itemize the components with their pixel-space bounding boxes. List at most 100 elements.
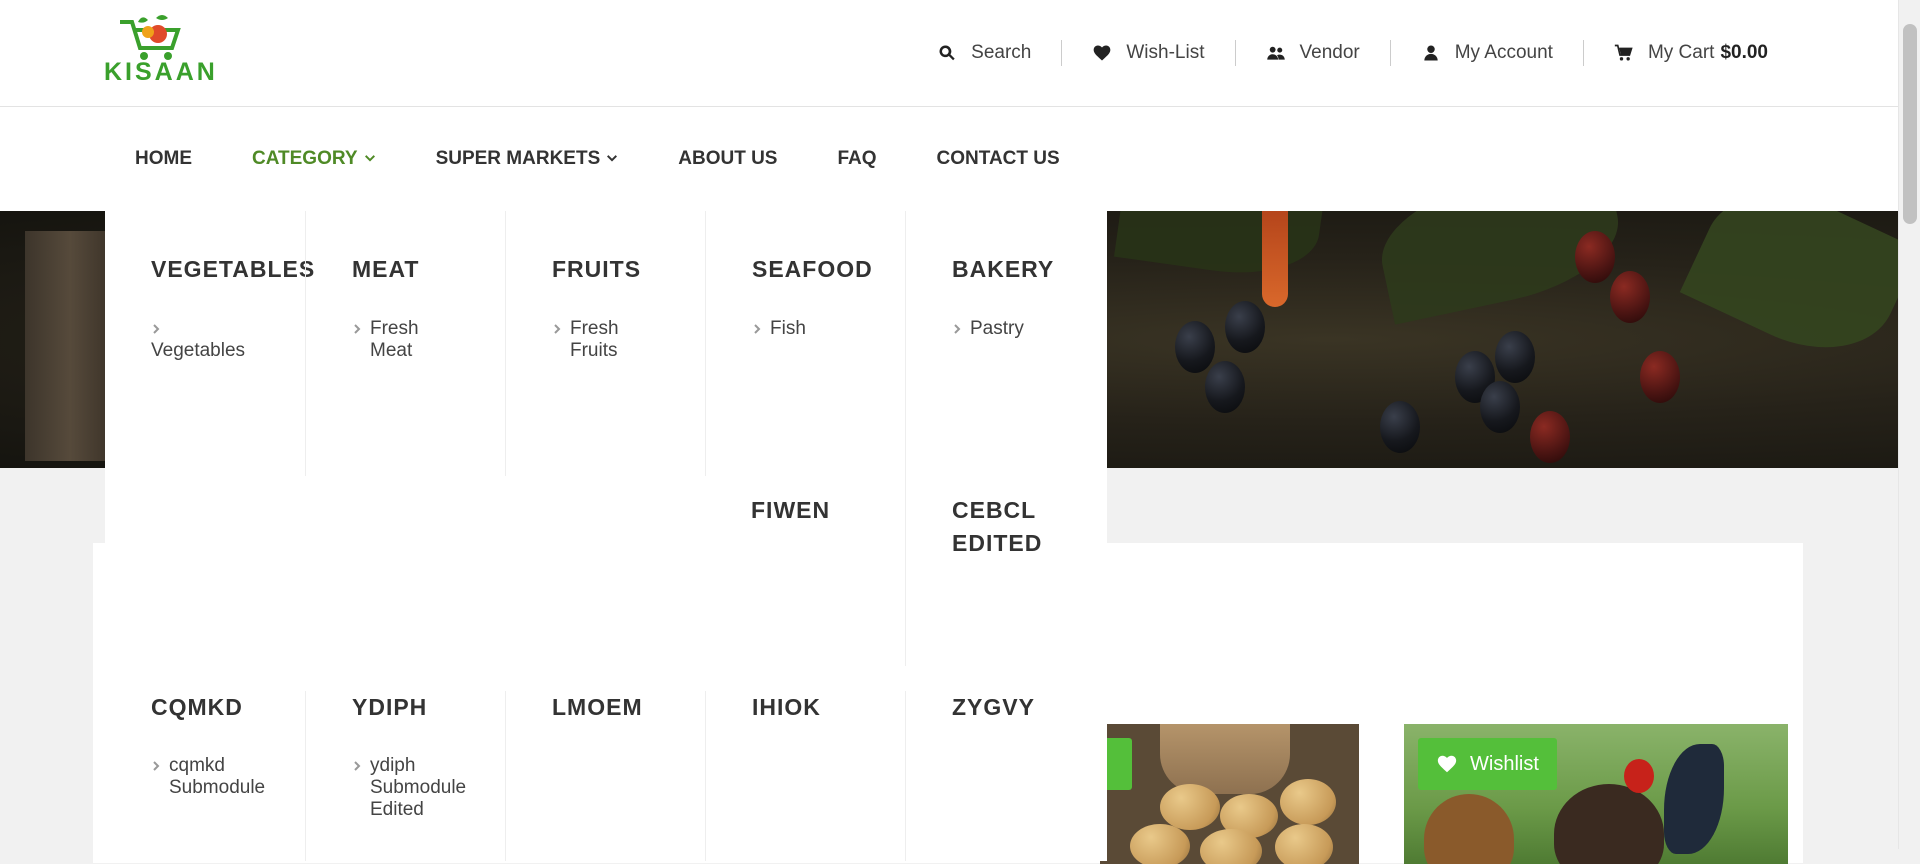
potato — [1160, 784, 1220, 830]
mega-col-title[interactable]: LMOEM — [552, 691, 643, 724]
user-icon — [1424, 45, 1438, 61]
mega-col-link[interactable]: ydiph Submodule Edited — [352, 755, 502, 821]
mega-col-title[interactable]: VEGETABLES — [151, 253, 315, 286]
mega-col-ydiph: YDIPH ydiph Submodule Edited — [305, 691, 505, 861]
mega-link-label: cqmkd Submodule — [169, 755, 266, 798]
mega-col-link[interactable]: Fresh Meat — [352, 318, 502, 362]
wishlist-link[interactable]: Wish-List — [1061, 40, 1234, 66]
mega-col-fruits: FRUITS Fresh Fruits — [505, 211, 705, 476]
vendor-link[interactable]: Vendor — [1234, 40, 1390, 66]
page-scrollbar[interactable] — [1898, 0, 1920, 849]
hero-berry — [1495, 331, 1535, 383]
mega-col-link[interactable]: Fresh Fruits — [552, 318, 702, 362]
hero-berry — [1640, 351, 1680, 403]
logo-text: KISAAN — [104, 58, 218, 86]
nav-faq[interactable]: FAQ — [837, 148, 876, 170]
account-label: My Account — [1454, 42, 1553, 63]
hero-pepper — [1262, 211, 1288, 307]
mega-col-title[interactable]: FIWEN — [751, 494, 830, 527]
cart-label: My Cart — [1647, 42, 1715, 63]
mega-col-link[interactable]: Fish — [752, 318, 902, 340]
chevron-right-icon — [752, 318, 762, 334]
nav-about-label: ABOUT US — [678, 148, 778, 169]
cart-link[interactable]: My Cart $0.00 — [1582, 40, 1768, 66]
potato-sack — [1160, 724, 1290, 794]
mega-col-meat: MEAT Fresh Meat — [305, 211, 505, 476]
account-link[interactable]: My Account — [1389, 40, 1583, 66]
utility-links: Search Wish-List Vendor My Account My Ca… — [937, 40, 1768, 66]
mega-col-seafood: SEAFOOD Fish — [705, 211, 905, 476]
nav-contact-us[interactable]: CONTACT US — [937, 148, 1060, 170]
category-mega-menu: VEGETABLES Vegetables MEAT Fresh Meat FR… — [105, 211, 1107, 861]
mega-link-label: Fresh Meat — [370, 318, 419, 361]
mega-col-title[interactable]: FRUITS — [552, 253, 641, 286]
heart-icon — [1437, 755, 1457, 773]
main-navbar: HOME CATEGORY SUPER MARKETS ABOUT US FAQ… — [0, 107, 1898, 211]
mega-link-label: ydiph Submodule Edited — [370, 755, 467, 820]
wishlist-button[interactable]: Wishlist — [1418, 738, 1557, 790]
mega-col-title[interactable]: YDIPH — [352, 691, 427, 724]
hero-berry — [1205, 361, 1245, 413]
hero-berry — [1480, 381, 1520, 433]
nav-super-markets-label: SUPER MARKETS — [435, 148, 601, 169]
search-link[interactable]: Search — [937, 40, 1061, 66]
mega-col-bakery: BAKERY Pastry — [905, 211, 1105, 476]
chevron-right-icon — [151, 755, 161, 771]
mega-col-link[interactable]: Vegetables — [151, 318, 301, 362]
nav-about-us[interactable]: ABOUT US — [678, 148, 777, 170]
mega-col-cebcl: CEBCL EDITED — [905, 476, 1105, 666]
rooster-comb — [1624, 759, 1654, 793]
hen — [1424, 794, 1514, 864]
mega-col-lmoem: LMOEM — [505, 691, 705, 861]
rooster — [1554, 784, 1664, 864]
mega-col-title[interactable]: CQMKD — [151, 691, 243, 724]
mega-col-title[interactable]: MEAT — [352, 253, 419, 286]
hero-leaf — [1114, 211, 1326, 285]
mega-col-title[interactable]: BAKERY — [952, 253, 1054, 286]
nav-home[interactable]: HOME — [135, 148, 192, 170]
chevron-right-icon — [352, 318, 362, 334]
potato — [1275, 824, 1333, 864]
mega-col-title[interactable]: IHIOK — [752, 691, 821, 724]
hero-berry — [1225, 301, 1265, 353]
mega-link-label: Fish — [770, 318, 806, 339]
hero-berry — [1610, 271, 1650, 323]
chevron-right-icon — [952, 318, 962, 334]
search-label: Search — [971, 42, 1032, 63]
wishlist-label: Wish-List — [1126, 42, 1205, 63]
product-image-potatoes[interactable] — [1100, 724, 1359, 864]
chevron-down-icon — [364, 155, 375, 162]
nav-category-label: CATEGORY — [252, 148, 358, 169]
vendor-label: Vendor — [1299, 42, 1360, 63]
chevron-right-icon — [352, 755, 362, 771]
potato — [1280, 779, 1336, 825]
cart-amount: $0.00 — [1720, 42, 1768, 63]
mega-col-title[interactable]: ZYGVY — [952, 691, 1035, 724]
mega-col-title[interactable]: SEAFOOD — [752, 253, 873, 286]
mega-col-zygvy: ZYGVY — [905, 691, 1105, 861]
scrollbar-thumb[interactable] — [1903, 24, 1917, 224]
nav-contact-label: CONTACT US — [936, 148, 1060, 169]
potato — [1130, 824, 1190, 864]
search-icon — [939, 45, 955, 61]
rooster-tail — [1664, 744, 1724, 854]
cart-icon — [1614, 44, 1633, 61]
site-header: KISAAN Search Wish-List Vendor My Accoun… — [0, 0, 1898, 107]
chevron-right-icon — [151, 318, 161, 334]
hero-berry — [1575, 231, 1615, 283]
mega-col-link[interactable]: cqmkd Submodule — [151, 755, 301, 799]
nav-super-markets[interactable]: SUPER MARKETS — [436, 148, 619, 170]
chevron-down-icon — [607, 155, 618, 162]
main-nav: HOME CATEGORY SUPER MARKETS ABOUT US FAQ… — [135, 107, 1120, 211]
mega-col-link[interactable]: Pastry — [952, 318, 1102, 340]
mega-col-fiwen: FIWEN — [705, 476, 905, 666]
nav-category[interactable]: CATEGORY — [252, 148, 376, 170]
mega-col-title[interactable]: CEBCL EDITED — [952, 494, 1082, 560]
users-icon — [1266, 46, 1285, 60]
wishlist-button-label: Wishlist — [1470, 752, 1539, 775]
mega-col-ihiok: IHIOK — [705, 691, 905, 861]
mega-link-label: Pastry — [970, 318, 1024, 339]
hero-berry — [1530, 411, 1570, 463]
hero-leaf — [1679, 211, 1898, 377]
chevron-right-icon — [552, 318, 562, 334]
